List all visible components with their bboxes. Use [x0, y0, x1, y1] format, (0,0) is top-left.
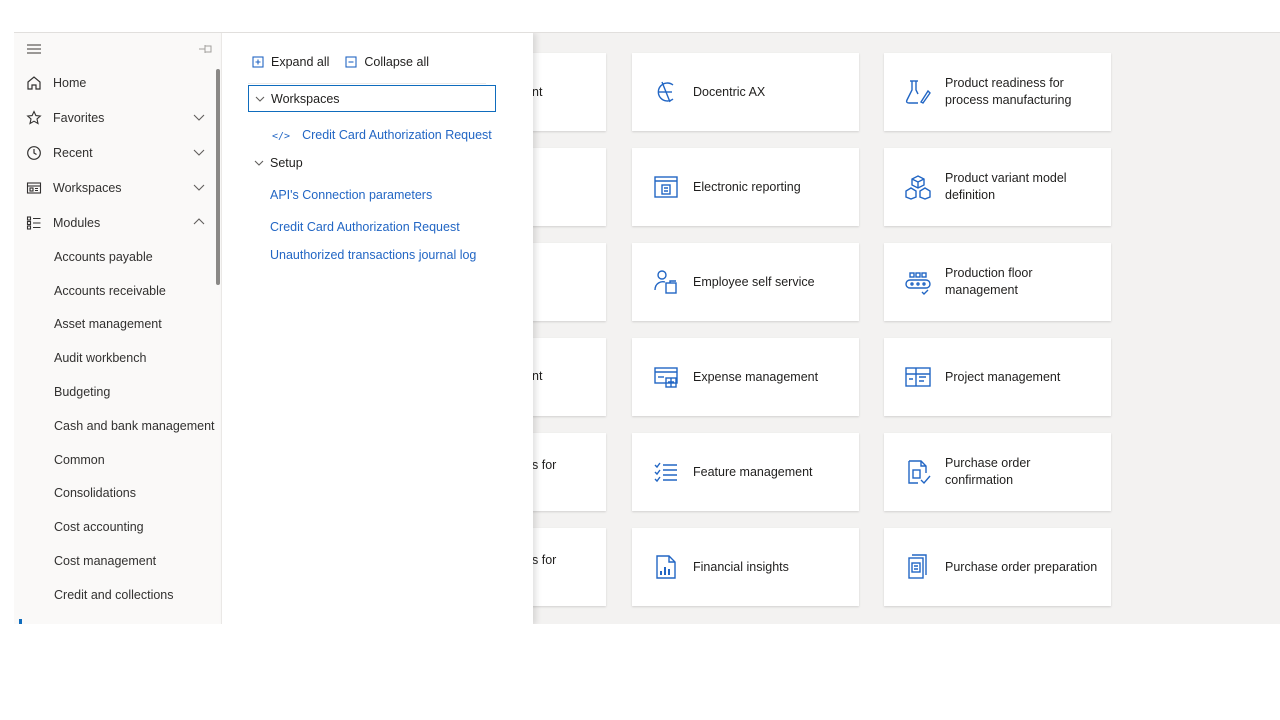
chevron-down-icon	[193, 184, 205, 191]
nav-item-label: Recent	[53, 145, 93, 160]
nav-header	[14, 33, 221, 65]
po-confirmation-icon	[904, 458, 932, 486]
tile-label: Product variant model definition	[945, 171, 1067, 202]
tile-label: Financial insights	[693, 559, 789, 574]
tile-production-floor[interactable]: Production floor management	[884, 243, 1111, 321]
module-flyout: Expand all Collapse all Workspaces </> Cr…	[222, 33, 533, 624]
workspace-link-label: Credit Card Authorization Request	[302, 128, 492, 142]
module-item[interactable]: Accounts payable	[14, 240, 221, 274]
setup-link-credit-card[interactable]: Credit Card Authorization Request	[270, 220, 460, 234]
clock-icon	[26, 145, 42, 161]
tile-label: Purchase order confirmation	[945, 456, 1031, 487]
tile-label: Expense management	[693, 369, 819, 384]
app-shell: nt nt s for s for Docentric AX Electroni…	[14, 32, 1280, 624]
tile-product-variant-model[interactable]: Product variant model definition	[884, 148, 1111, 226]
workspace-icon	[26, 180, 42, 196]
docentric-icon	[652, 78, 680, 106]
tile-label: Electronic reporting	[693, 179, 801, 194]
setup-link-unauthorized-log[interactable]: Unauthorized transactions journal log	[270, 248, 476, 262]
tile-label: s for	[532, 553, 557, 567]
production-floor-icon	[904, 268, 932, 296]
tile-label: Feature management	[693, 464, 813, 479]
workspace-link[interactable]: </> Credit Card Authorization Request	[272, 128, 492, 142]
home-icon	[26, 75, 42, 91]
collapse-all-label: Collapse all	[364, 55, 429, 69]
tree-group-workspaces[interactable]: Workspaces	[248, 85, 496, 112]
nav-item-label: Workspaces	[53, 180, 122, 195]
expand-all-label: Expand all	[271, 55, 330, 69]
nav-item-favorites[interactable]: Favorites	[14, 100, 221, 135]
tile-label: Project management	[945, 369, 1061, 384]
po-preparation-icon	[904, 553, 932, 581]
tile-po-preparation[interactable]: Purchase order preparation	[884, 528, 1111, 606]
module-item[interactable]: Consolidations	[14, 477, 221, 511]
expand-icon	[252, 56, 264, 68]
tile-label: nt	[532, 369, 543, 383]
selection-indicator	[19, 619, 22, 624]
navigation-pane: Home Favorites Recent Workspaces Modules…	[14, 33, 222, 624]
nav-item-label: Favorites	[53, 110, 105, 125]
chevron-up-icon	[193, 218, 205, 225]
tile-product-readiness[interactable]: Product readiness for process manufactur…	[884, 53, 1111, 131]
tree-group-label: Setup	[270, 156, 303, 170]
tile-financial-insights[interactable]: Financial insights	[632, 528, 859, 606]
nav-item-modules[interactable]: Modules	[14, 205, 221, 240]
financial-insights-icon	[652, 553, 680, 581]
chevron-down-icon	[193, 114, 205, 121]
code-icon: </>	[272, 131, 291, 142]
tree-group-label: Workspaces	[271, 91, 340, 106]
chevron-down-icon	[255, 96, 265, 102]
electronic-reporting-icon	[652, 173, 680, 201]
module-item[interactable]: Cash and bank management	[14, 409, 221, 443]
employee-icon	[652, 268, 680, 296]
tile-label: Purchase order preparation	[945, 559, 1098, 574]
cubes-icon	[904, 173, 932, 201]
chevron-down-icon	[193, 149, 205, 156]
module-item[interactable]: Audit workbench	[14, 341, 221, 375]
nav-item-home[interactable]: Home	[14, 65, 221, 100]
chevron-down-icon	[254, 160, 264, 166]
tile-employee-self-service[interactable]: Employee self service	[632, 243, 859, 321]
project-icon	[904, 363, 932, 391]
hamburger-icon[interactable]	[27, 43, 41, 55]
tile-feature-management[interactable]: Feature management	[632, 433, 859, 511]
module-item[interactable]: Asset management	[14, 308, 221, 342]
module-item[interactable]: Common	[14, 443, 221, 477]
flyout-divider	[248, 83, 486, 84]
tile-label: s for	[532, 458, 557, 472]
collapse-all-button[interactable]: Collapse all	[345, 55, 429, 69]
tile-label: nt	[532, 84, 543, 99]
feature-list-icon	[652, 458, 680, 486]
module-item[interactable]: Cost accounting	[14, 510, 221, 544]
nav-scrollbar[interactable]	[216, 69, 220, 285]
tile-electronic-reporting[interactable]: Electronic reporting	[632, 148, 859, 226]
flask-icon	[904, 78, 932, 106]
nav-item-label: Home	[53, 75, 87, 90]
tile-label: Docentric AX	[693, 84, 766, 99]
tree-group-setup[interactable]: Setup	[254, 156, 303, 170]
setup-link-api-connection[interactable]: API's Connection parameters	[270, 188, 432, 202]
tile-expense-management[interactable]: Expense management	[632, 338, 859, 416]
tile-label: Employee self service	[693, 274, 815, 289]
module-item[interactable]: Credit and collections	[14, 578, 221, 612]
nav-item-label: Modules	[53, 215, 101, 230]
nav-item-recent[interactable]: Recent	[14, 135, 221, 170]
tile-docentric-ax[interactable]: Docentric AX	[632, 53, 859, 131]
collapse-icon	[345, 56, 357, 68]
nav-item-workspaces[interactable]: Workspaces	[14, 170, 221, 205]
tile-po-confirmation[interactable]: Purchase order confirmation	[884, 433, 1111, 511]
tile-project-management[interactable]: Project management	[884, 338, 1111, 416]
expand-all-button[interactable]: Expand all	[252, 55, 329, 69]
list-icon	[26, 215, 42, 231]
pin-icon[interactable]	[199, 43, 213, 55]
expense-icon	[652, 363, 680, 391]
module-item[interactable]: Accounts receivable	[14, 274, 221, 308]
flyout-actions: Expand all Collapse all	[252, 55, 429, 69]
module-item[interactable]: Budgeting	[14, 375, 221, 409]
star-icon	[26, 109, 42, 126]
tile-label: Production floor management	[945, 266, 1033, 297]
tile-label: Product readiness for process manufactur…	[945, 76, 1072, 107]
module-item[interactable]: Cost management	[14, 544, 221, 578]
